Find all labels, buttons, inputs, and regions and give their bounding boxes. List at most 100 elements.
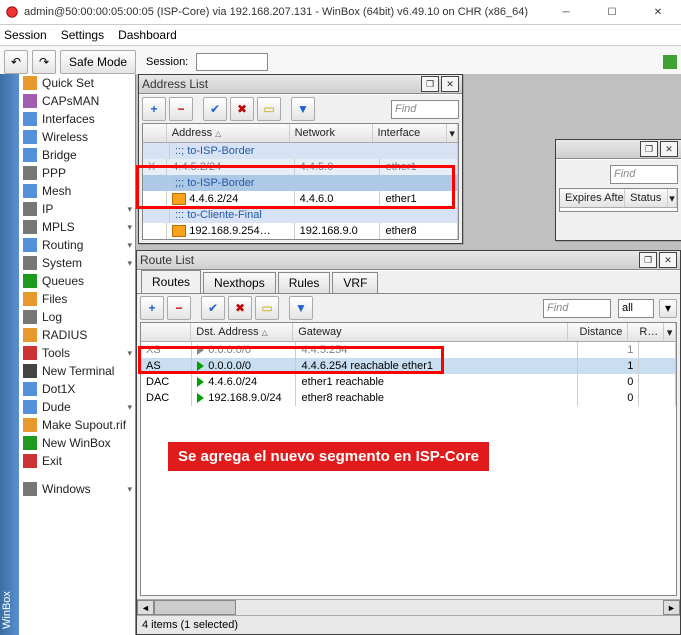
- sidebar-item-dude[interactable]: Dude▾: [19, 398, 135, 416]
- col-expires-after[interactable]: Expires After: [560, 189, 625, 207]
- sidebar-item-ip[interactable]: IP▾: [19, 200, 135, 218]
- sidebar-item-files[interactable]: Files: [19, 290, 135, 308]
- sidebar-item-make-supout[interactable]: Make Supout.rif: [19, 416, 135, 434]
- route-col-0[interactable]: [141, 323, 191, 341]
- menu-settings[interactable]: Settings: [61, 28, 104, 42]
- sidebar-item-new-winbox[interactable]: New WinBox: [19, 434, 135, 452]
- menu-session[interactable]: Session: [4, 28, 47, 42]
- addrlist-find-input[interactable]: Find: [391, 100, 459, 119]
- address-list-window[interactable]: Address List ❐ ✕ + − ✔ ✖ ▭ ▼ Find Addres…: [138, 74, 463, 244]
- scroll-right-button[interactable]: ►: [663, 600, 680, 615]
- sidebar-tab[interactable]: WinBox: [0, 74, 19, 635]
- label: Dot1X: [42, 382, 75, 396]
- col-status[interactable]: Status: [625, 189, 668, 207]
- scroll-thumb[interactable]: [154, 600, 236, 615]
- sidebar-item-tools[interactable]: Tools▾: [19, 344, 135, 362]
- route-col-3[interactable]: Distance: [568, 323, 628, 341]
- route-col-1[interactable]: Dst. Address△: [191, 323, 293, 341]
- route-hscroll[interactable]: ◄ ►: [137, 599, 680, 615]
- addrlist-close-button[interactable]: ✕: [441, 76, 459, 92]
- route-col-4[interactable]: R…: [628, 323, 664, 341]
- check-icon: ✔: [210, 102, 220, 116]
- addr-row[interactable]: 4.4.6.2/244.4.6.0ether1: [143, 191, 458, 207]
- route-col-menu[interactable]: ▾: [664, 323, 676, 341]
- bgwin-close-button[interactable]: ✕: [660, 141, 678, 157]
- route-comment-button[interactable]: ▭: [255, 296, 279, 320]
- sidebar-item-new-terminal[interactable]: New Terminal: [19, 362, 135, 380]
- bgwin-find-input[interactable]: Find: [610, 165, 678, 184]
- sidebar-item-routing[interactable]: Routing▾: [19, 236, 135, 254]
- tab-routes[interactable]: Routes: [141, 270, 201, 293]
- sidebar-item-interfaces[interactable]: Interfaces: [19, 110, 135, 128]
- sidebar-item-capsman[interactable]: CAPsMAN: [19, 92, 135, 110]
- addr-row[interactable]: X4.4.5.2/244.4.5.0ether1: [143, 159, 458, 175]
- routelist-restore-button[interactable]: ❐: [639, 252, 657, 268]
- tab-nexthops[interactable]: Nexthops: [203, 272, 276, 293]
- redo-icon: ↷: [39, 55, 49, 69]
- route-disable-button[interactable]: ✖: [228, 296, 252, 320]
- sidebar-item-quick-set[interactable]: Quick Set: [19, 74, 135, 92]
- route-active-icon: [197, 361, 204, 371]
- routelist-close-button[interactable]: ✕: [659, 252, 677, 268]
- sidebar-item-ppp[interactable]: PPP: [19, 164, 135, 182]
- scroll-left-button[interactable]: ◄: [137, 600, 154, 615]
- addr-col-1[interactable]: Network: [290, 124, 373, 142]
- comment-button[interactable]: ▭: [257, 97, 281, 121]
- sidebar-item-queues[interactable]: Queues: [19, 272, 135, 290]
- route-col-2[interactable]: Gateway: [293, 323, 568, 341]
- disable-button[interactable]: ✖: [230, 97, 254, 121]
- addr-comment-row[interactable]: ::; to-ISP-Border: [143, 143, 458, 159]
- menu-dashboard[interactable]: Dashboard: [118, 28, 177, 42]
- sidebar-item-system[interactable]: System▾: [19, 254, 135, 272]
- filter-button[interactable]: ▼: [291, 97, 315, 121]
- addr-col-menu[interactable]: ▾: [447, 124, 458, 142]
- route-enable-button[interactable]: ✔: [201, 296, 225, 320]
- route-remove-button[interactable]: −: [167, 296, 191, 320]
- label: Wireless: [42, 130, 88, 144]
- sidebar-item-dot1x[interactable]: Dot1X: [19, 380, 135, 398]
- addrlist-restore-button[interactable]: ❐: [421, 76, 439, 92]
- route-row[interactable]: DAC192.168.9.0/24ether8 reachable0: [141, 390, 676, 406]
- tab-vrf[interactable]: VRF: [332, 272, 378, 293]
- route-filter-button[interactable]: ▼: [289, 296, 313, 320]
- undo-button[interactable]: ↶: [4, 50, 28, 74]
- addr-comment-row[interactable]: ;;; to-ISP-Border: [143, 175, 458, 191]
- sidebar-item-exit[interactable]: Exit: [19, 452, 135, 470]
- route-find-input[interactable]: Find: [543, 299, 611, 318]
- label: Windows: [42, 482, 91, 496]
- add-button[interactable]: +: [142, 97, 166, 121]
- sidebar-item-radius[interactable]: RADIUS: [19, 326, 135, 344]
- sidebar-item-windows[interactable]: Windows▾: [19, 480, 135, 498]
- dot1x-icon: [23, 382, 37, 396]
- sidebar-item-mesh[interactable]: Mesh: [19, 182, 135, 200]
- addr-comment-row[interactable]: ::: to-Cliente-Final: [143, 207, 458, 223]
- close-button[interactable]: ✕: [635, 0, 681, 24]
- bgwin-restore-button[interactable]: ❐: [640, 141, 658, 157]
- enable-button[interactable]: ✔: [203, 97, 227, 121]
- sidebar-item-bridge[interactable]: Bridge: [19, 146, 135, 164]
- redo-button[interactable]: ↷: [32, 50, 56, 74]
- col-dropdown[interactable]: ▾: [668, 189, 677, 207]
- session-field[interactable]: [196, 53, 268, 71]
- route-row[interactable]: AS0.0.0.0/04.4.6.254 reachable ether11: [141, 358, 676, 374]
- maximize-button[interactable]: ☐: [589, 0, 635, 24]
- addr-row[interactable]: 192.168.9.254…192.168.9.0ether8: [143, 223, 458, 239]
- sidebar-item-log[interactable]: Log: [19, 308, 135, 326]
- sidebar-item-wireless[interactable]: Wireless: [19, 128, 135, 146]
- sidebar-item-mpls[interactable]: MPLS▾: [19, 218, 135, 236]
- route-row[interactable]: XS0.0.0.0/04.4.5.2541: [141, 342, 676, 358]
- route-scope-dropdown[interactable]: ▾: [659, 299, 677, 318]
- radius-icon: [23, 328, 37, 342]
- remove-button[interactable]: −: [169, 97, 193, 121]
- address-table: Address△NetworkInterface▾::; to-ISP-Bord…: [142, 123, 459, 240]
- background-window[interactable]: ❐ ✕ Find Expires After Status ▾: [555, 139, 681, 241]
- safe-mode-button[interactable]: Safe Mode: [60, 50, 136, 74]
- route-active-icon: [197, 393, 204, 403]
- route-scope-select[interactable]: all: [618, 299, 654, 318]
- addr-col-2[interactable]: Interface: [373, 124, 448, 142]
- minimize-button[interactable]: ─: [543, 0, 589, 24]
- tab-rules[interactable]: Rules: [278, 272, 331, 293]
- route-add-button[interactable]: +: [140, 296, 164, 320]
- route-row[interactable]: DAC4.4.6.0/24ether1 reachable0: [141, 374, 676, 390]
- addr-col-0[interactable]: Address△: [167, 124, 290, 142]
